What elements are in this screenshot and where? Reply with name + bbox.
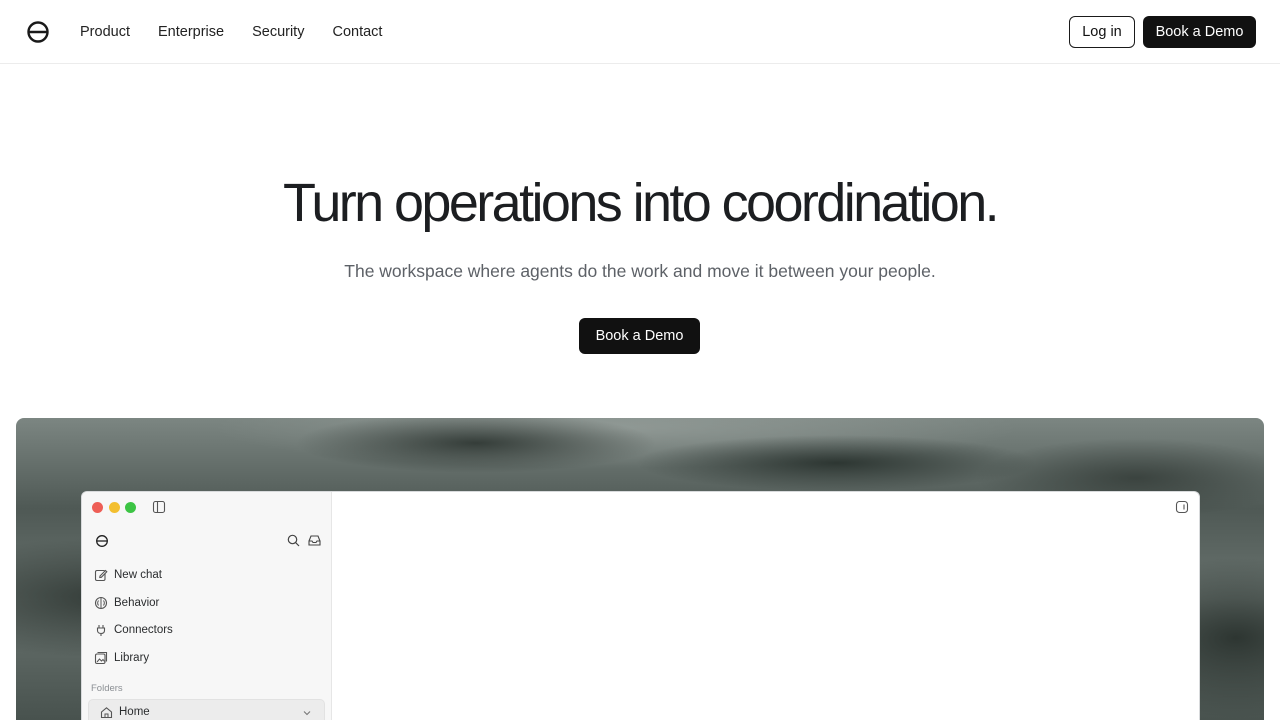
ring-logo-icon xyxy=(96,535,108,547)
chevron-down-icon[interactable] xyxy=(302,708,312,718)
compose-icon xyxy=(94,569,108,582)
window-close-dot xyxy=(92,502,103,513)
window-minimize-dot xyxy=(109,502,120,513)
sidebar-item-label: Connectors xyxy=(114,624,173,636)
top-nav: Product Enterprise Security Contact Log … xyxy=(0,0,1280,64)
book-demo-nav-button[interactable]: Book a Demo xyxy=(1143,16,1256,48)
nav-link-enterprise[interactable]: Enterprise xyxy=(158,24,224,40)
hero-title: Turn operations into coordination. xyxy=(282,173,1000,233)
nav-link-security[interactable]: Security xyxy=(252,24,304,40)
folder-home-label: Home xyxy=(119,706,150,718)
book-demo-hero-button[interactable]: Book a Demo xyxy=(579,318,700,354)
sidebar-item-new-chat[interactable]: New chat xyxy=(94,564,322,586)
window-zoom-dot xyxy=(125,502,136,513)
library-icon xyxy=(94,651,108,665)
brain-icon xyxy=(94,596,108,610)
sidebar-item-connectors[interactable]: Connectors xyxy=(94,619,322,641)
ring-logo-icon[interactable] xyxy=(26,20,50,44)
inbox-icon[interactable] xyxy=(307,533,322,548)
sidebar-item-label: Behavior xyxy=(114,597,160,609)
login-button[interactable]: Log in xyxy=(1069,16,1135,48)
sidebar-item-behavior[interactable]: Behavior xyxy=(94,592,322,614)
app-sidebar: New chat Behavior Connectors Library Fol… xyxy=(82,492,332,720)
app-preview-window: New chat Behavior Connectors Library Fol… xyxy=(81,491,1200,720)
folders-section-label: Folders xyxy=(91,683,123,694)
sidebar-item-label: Library xyxy=(114,652,150,664)
folder-home[interactable]: Home xyxy=(88,699,325,720)
primary-nav: Product Enterprise Security Contact xyxy=(80,0,410,64)
hero-subtitle: The workspace where agents do the work a… xyxy=(344,261,936,281)
sidebar-toggle-icon[interactable] xyxy=(152,500,166,514)
nav-link-contact[interactable]: Contact xyxy=(332,24,382,40)
search-icon[interactable] xyxy=(286,533,301,548)
sidebar-item-label: New chat xyxy=(114,569,162,581)
nav-link-product[interactable]: Product xyxy=(80,24,130,40)
sidebar-item-library[interactable]: Library xyxy=(94,647,322,669)
panel-toggle-icon[interactable] xyxy=(1175,500,1189,514)
plug-icon xyxy=(96,625,106,636)
home-icon xyxy=(100,706,113,718)
